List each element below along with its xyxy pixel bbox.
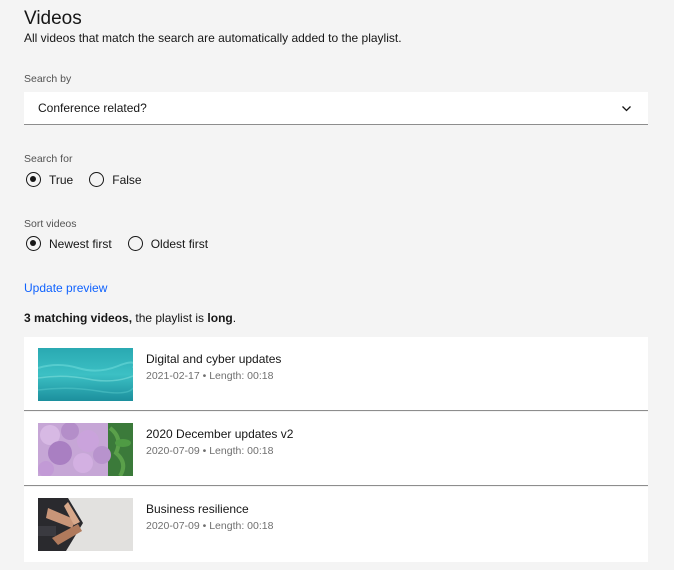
radio-false[interactable]: False	[89, 172, 142, 187]
match-count: 3 matching videos,	[24, 311, 133, 325]
page-title: Videos	[24, 8, 82, 29]
match-summary: 3 matching videos, the playlist is long.	[24, 311, 236, 325]
radio-oldest-first-indicator[interactable]	[127, 236, 143, 251]
video-thumbnail-flowers	[38, 423, 133, 476]
radio-oldest-first-label[interactable]: Oldest first	[151, 237, 208, 251]
playlist-length: long	[207, 311, 233, 325]
sort-videos-label: Sort videos	[24, 218, 77, 230]
video-item[interactable]: Business resilience 2020-07-09 • Length:…	[24, 487, 648, 562]
radio-true[interactable]: True	[26, 172, 73, 187]
update-preview-link[interactable]: Update preview	[24, 281, 107, 295]
video-thumbnail-water	[38, 348, 133, 401]
page-subtitle: All videos that match the search are aut…	[24, 31, 402, 45]
video-thumbnail-hands	[38, 498, 133, 551]
video-meta: 2020-07-09 • Length: 00:18	[146, 520, 274, 532]
search-by-select[interactable]: Conference related?	[24, 92, 648, 125]
radio-false-indicator[interactable]	[89, 172, 105, 187]
video-meta: 2021-02-17 • Length: 00:18	[146, 370, 274, 382]
radio-true-indicator[interactable]	[26, 172, 41, 187]
radio-newest-first-label[interactable]: Newest first	[49, 237, 112, 251]
radio-newest-first[interactable]: Newest first	[26, 236, 112, 251]
search-by-selected-value: Conference related?	[38, 101, 147, 115]
video-meta: 2020-07-09 • Length: 00:18	[146, 445, 274, 457]
radio-false-label[interactable]: False	[112, 173, 141, 187]
video-title: 2020 December updates v2	[146, 427, 294, 441]
chevron-down-icon	[622, 106, 631, 112]
summary-end: .	[232, 311, 237, 325]
search-by-label: Search by	[24, 73, 72, 85]
video-item[interactable]: 2020 December updates v2 2020-07-09 • Le…	[24, 412, 648, 486]
search-for-label: Search for	[24, 153, 73, 165]
radio-true-label[interactable]: True	[49, 173, 73, 187]
video-item[interactable]: Digital and cyber updates 2021-02-17 • L…	[24, 337, 648, 411]
video-title: Digital and cyber updates	[146, 352, 282, 366]
radio-newest-first-indicator[interactable]	[26, 236, 41, 251]
radio-oldest-first[interactable]: Oldest first	[127, 236, 208, 251]
video-list: Digital and cyber updates 2021-02-17 • L…	[24, 337, 648, 562]
summary-middle: the playlist is	[132, 311, 208, 325]
search-for-radio-group: True False	[26, 172, 158, 187]
video-title: Business resilience	[146, 502, 249, 516]
sort-videos-radio-group: Newest first Oldest first	[26, 236, 224, 251]
